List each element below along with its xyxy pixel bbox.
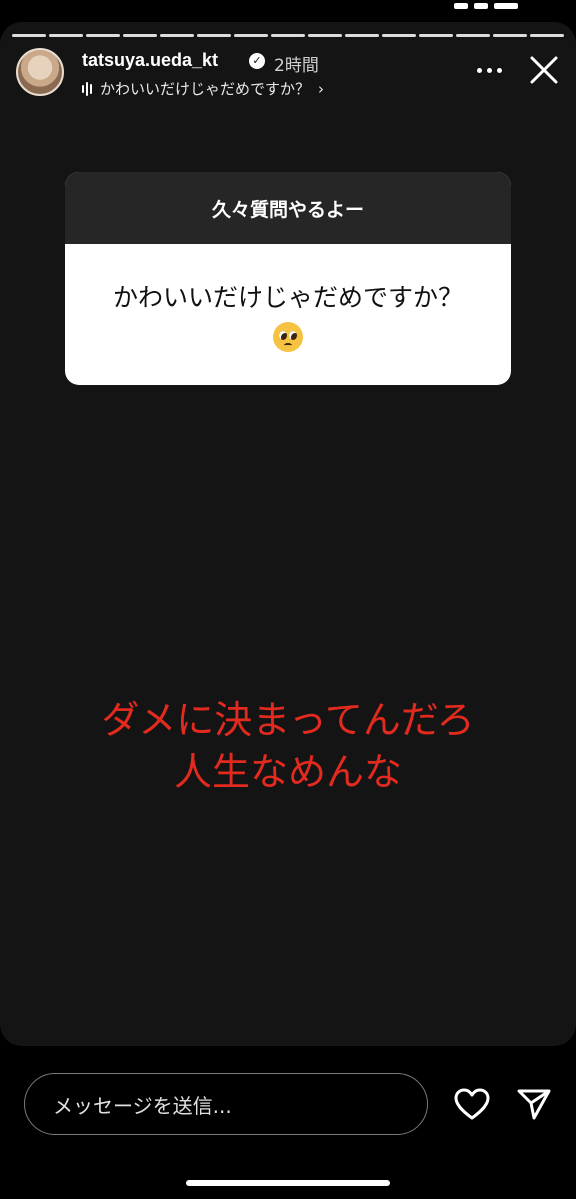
username[interactable]: tatsuya.ueda_kt (82, 50, 218, 71)
status-bar (0, 0, 576, 14)
progress-segment (123, 34, 157, 37)
answer-line-1: ダメに決まってんだろ (101, 698, 475, 742)
progress-segment (160, 34, 194, 37)
progress-segment (49, 34, 83, 37)
story-subtitle[interactable]: かわいいだけじゃだめですか？ › (82, 78, 324, 99)
question-sticker: 久々質問やるよー かわいいだけじゃだめですか？ (65, 172, 511, 385)
progress-segment (271, 34, 305, 37)
story-header: tatsuya.ueda_kt ✓ 2時間 かわいいだけじゃだめですか？ › (16, 48, 560, 100)
reply-bar: メッセージを送信... (0, 1046, 576, 1199)
send-icon[interactable] (516, 1086, 552, 1122)
progress-segment (419, 34, 453, 37)
more-icon[interactable] (477, 68, 502, 73)
verified-badge-icon: ✓ (249, 53, 265, 69)
music-bars-icon (82, 81, 92, 96)
question-text: かわいいだけじゃだめですか？ (112, 282, 463, 312)
question-prompt: 久々質問やるよー (65, 172, 511, 244)
message-input[interactable]: メッセージを送信... (24, 1073, 428, 1135)
answer-line-2: 人生なめんな (173, 750, 402, 794)
progress-segment (493, 34, 527, 37)
progress-segment (197, 34, 231, 37)
story-progress-bar (12, 34, 564, 38)
status-icons (448, 0, 528, 9)
answer-text: ダメに決まってんだろ 人生なめんな (0, 694, 576, 798)
progress-segment (345, 34, 379, 37)
progress-segment (308, 34, 342, 37)
subtitle-text: かわいいだけじゃだめですか？ (100, 80, 311, 98)
chevron-right-icon: › (318, 79, 325, 98)
question-body: かわいいだけじゃだめですか？ (65, 244, 511, 385)
progress-segment (86, 34, 120, 37)
heart-icon[interactable] (453, 1087, 491, 1121)
progress-segment (234, 34, 268, 37)
avatar[interactable] (16, 48, 64, 96)
pleading-face-icon (273, 321, 303, 352)
progress-segment (12, 34, 46, 37)
message-placeholder: メッセージを送信... (53, 1093, 232, 1118)
progress-segment (456, 34, 490, 37)
close-icon[interactable] (528, 54, 560, 86)
post-time: 2時間 (274, 56, 319, 76)
progress-segment (382, 34, 416, 37)
progress-segment (530, 34, 564, 37)
story-viewer[interactable]: tatsuya.ueda_kt ✓ 2時間 かわいいだけじゃだめですか？ › 久… (0, 22, 576, 1046)
home-indicator[interactable] (186, 1180, 390, 1186)
